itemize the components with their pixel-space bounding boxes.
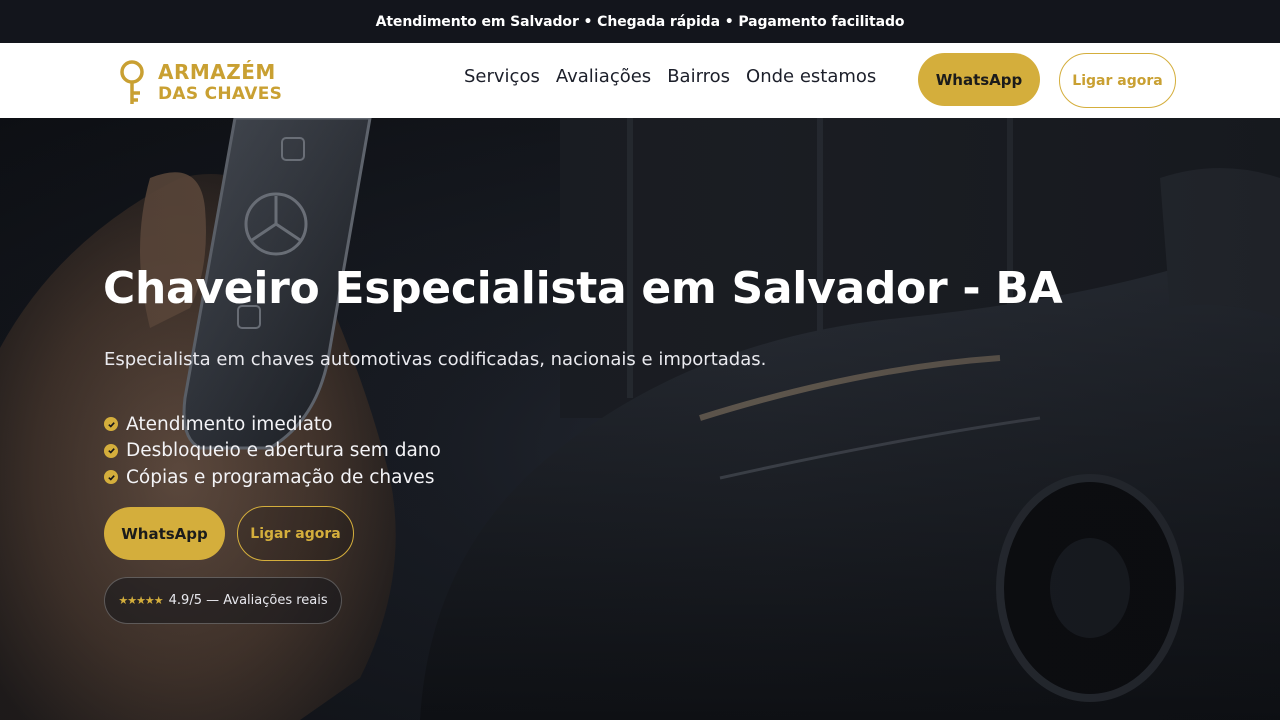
hero-whatsapp-button[interactable]: WhatsApp bbox=[104, 507, 225, 560]
list-item: Atendimento imediato bbox=[104, 411, 441, 438]
star-rating-icon: ★★★★★ bbox=[118, 594, 163, 607]
hero-call-button[interactable]: Ligar agora bbox=[237, 506, 354, 561]
hero-section: Chaveiro Especialista em Salvador - BA E… bbox=[0, 118, 1280, 720]
nav-item-onde-estamos[interactable]: Onde estamos bbox=[746, 66, 876, 87]
announcement-text: Atendimento em Salvador • Chegada rápida… bbox=[375, 13, 905, 30]
list-item: Cópias e programação de chaves bbox=[104, 464, 441, 491]
logo-wordmark: ARMAZÉM DAS CHAVES bbox=[158, 61, 282, 105]
logo-line-2: DAS CHAVES bbox=[158, 84, 283, 104]
site-header: ARMAZÉM DAS CHAVES Serviços Avaliações B… bbox=[0, 43, 1280, 118]
logo[interactable]: ARMAZÉM DAS CHAVES bbox=[118, 60, 298, 106]
key-icon bbox=[120, 60, 144, 104]
rating-text: 4.9/5 — Avaliações reais bbox=[168, 593, 328, 608]
check-circle-icon bbox=[104, 417, 118, 432]
hero-benefits-list: Atendimento imediato Desbloqueio e abert… bbox=[104, 411, 441, 491]
nav-item-servicos[interactable]: Serviços bbox=[464, 66, 540, 87]
rating-badge: ★★★★★ 4.9/5 — Avaliações reais bbox=[104, 577, 342, 624]
header-whatsapp-button[interactable]: WhatsApp bbox=[918, 53, 1040, 106]
nav-item-bairros[interactable]: Bairros bbox=[667, 66, 730, 87]
benefit-text: Desbloqueio e abertura sem dano bbox=[126, 440, 441, 462]
header-call-button[interactable]: Ligar agora bbox=[1059, 53, 1176, 108]
hero-subtitle: Especialista em chaves automotivas codif… bbox=[104, 349, 767, 370]
announcement-bar: Atendimento em Salvador • Chegada rápida… bbox=[0, 0, 1280, 43]
check-circle-icon bbox=[104, 443, 118, 458]
logo-line-1: ARMAZÉM bbox=[158, 60, 276, 84]
hero-title: Chaveiro Especialista em Salvador - BA bbox=[103, 263, 1063, 314]
main-nav: Serviços Avaliações Bairros Onde estamos bbox=[464, 66, 876, 87]
benefit-text: Cópias e programação de chaves bbox=[126, 466, 435, 488]
list-item: Desbloqueio e abertura sem dano bbox=[104, 438, 441, 465]
nav-item-avaliacoes[interactable]: Avaliações bbox=[556, 66, 651, 87]
check-circle-icon bbox=[104, 470, 118, 485]
benefit-text: Atendimento imediato bbox=[126, 413, 333, 435]
